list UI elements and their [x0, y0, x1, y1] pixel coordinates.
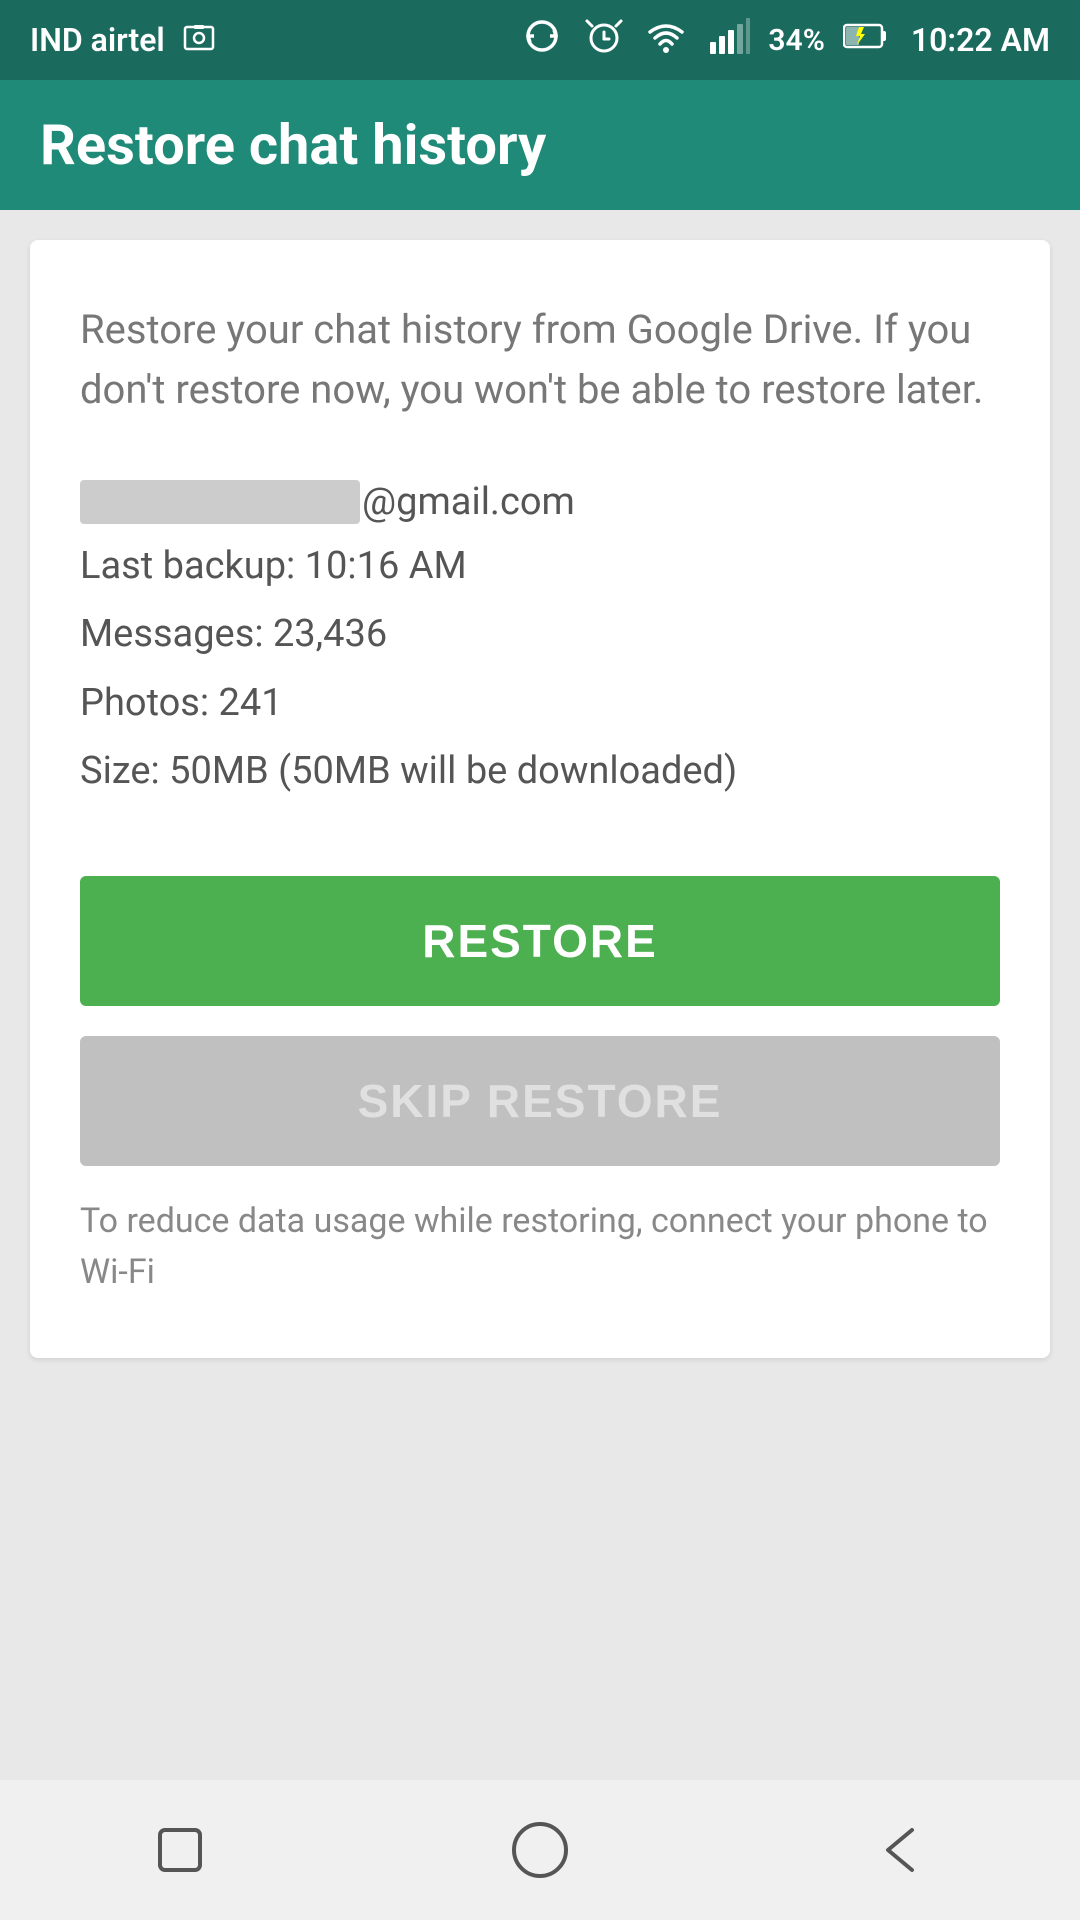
screenshot-icon [181, 19, 217, 62]
wifi-icon [644, 14, 688, 66]
toolbar: Restore chat history [0, 80, 1080, 210]
wifi-note: To reduce data usage while restoring, co… [80, 1196, 1000, 1298]
main-content: Restore your chat history from Google Dr… [0, 210, 1080, 1388]
email-blurred-part [80, 480, 360, 524]
time-label: 10:22 AM [911, 21, 1050, 59]
email-row: @gmail.com [80, 480, 1000, 524]
messages-count: Messages: 23,436 [80, 600, 1000, 668]
sync-icon [520, 14, 564, 66]
email-domain: @gmail.com [362, 480, 575, 524]
skip-restore-button[interactable]: SKIP RESTORE [80, 1036, 1000, 1166]
restore-button[interactable]: RESTORE [80, 876, 1000, 1006]
photos-count: Photos: 241 [80, 669, 1000, 737]
nav-bar [0, 1780, 1080, 1920]
battery-percentage: 34% [768, 23, 824, 58]
status-right: 34% 10:22 AM [520, 14, 1050, 66]
restore-card: Restore your chat history from Google Dr… [30, 240, 1050, 1358]
carrier-label: IND airtel [30, 21, 165, 59]
size-info: Size: 50MB (50MB will be downloaded) [80, 737, 1000, 805]
backup-details: Last backup: 10:16 AM Messages: 23,436 P… [80, 532, 1000, 806]
battery-icon [843, 21, 887, 59]
signal-icon [706, 14, 750, 66]
alarm-icon [582, 14, 626, 66]
back-button[interactable] [860, 1810, 940, 1890]
status-bar: IND airtel [0, 0, 1080, 80]
recent-apps-button[interactable] [140, 1810, 220, 1890]
description-text: Restore your chat history from Google Dr… [80, 300, 1000, 420]
status-left: IND airtel [30, 19, 217, 62]
page-title: Restore chat history [40, 112, 546, 178]
backup-info: @gmail.com Last backup: 10:16 AM Message… [80, 480, 1000, 806]
last-backup: Last backup: 10:16 AM [80, 532, 1000, 600]
home-button[interactable] [500, 1810, 580, 1890]
